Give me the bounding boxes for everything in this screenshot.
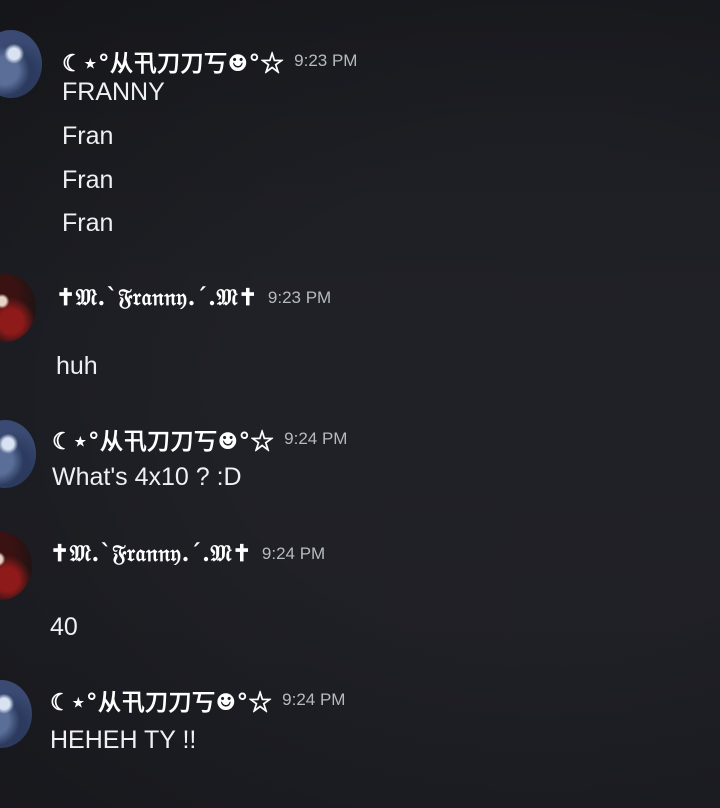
timestamp[interactable]: 9:23 PM: [268, 288, 331, 308]
avatar[interactable]: [0, 30, 42, 98]
message-text: What's 4x10 ? :D: [52, 463, 242, 491]
timestamp[interactable]: 9:24 PM: [282, 690, 345, 710]
avatar[interactable]: [0, 420, 36, 488]
username[interactable]: ✝𝔐.`𝔉𝔯𝔞𝔫𝔫𝔶.´.𝔐✝: [56, 284, 258, 311]
message-header: ✝𝔐.`𝔉𝔯𝔞𝔫𝔫𝔶.´.𝔐✝ 9:23 PM: [56, 284, 331, 311]
message-text: Fran: [62, 166, 114, 194]
avatar[interactable]: [0, 680, 32, 748]
username[interactable]: ☾⋆°从卂刀刀丂☻°☆: [52, 422, 274, 456]
message-text: HEHEH TY !!: [50, 726, 197, 754]
message-header: ☾⋆°从卂刀刀丂☻°☆ 9:24 PM: [52, 422, 347, 456]
username[interactable]: ✝𝔐.`𝔉𝔯𝔞𝔫𝔫𝔶.´.𝔐✝: [50, 540, 252, 567]
message-text: Fran: [62, 209, 114, 237]
avatar[interactable]: [0, 532, 32, 600]
avatar[interactable]: [0, 274, 36, 342]
message-header: ✝𝔐.`𝔉𝔯𝔞𝔫𝔫𝔶.´.𝔐✝ 9:24 PM: [50, 540, 325, 567]
message-text: FRANNY: [62, 78, 165, 106]
username[interactable]: ☾⋆°从卂刀刀丂☻°☆: [62, 44, 284, 78]
message-text: 40: [50, 613, 78, 641]
message-header: ☾⋆°从卂刀刀丂☻°☆ 9:24 PM: [50, 683, 345, 717]
message-text: huh: [56, 352, 98, 380]
username[interactable]: ☾⋆°从卂刀刀丂☻°☆: [50, 683, 272, 717]
timestamp[interactable]: 9:23 PM: [294, 51, 357, 71]
timestamp[interactable]: 9:24 PM: [284, 429, 347, 449]
chat-channel: ☾⋆°从卂刀刀丂☻°☆ 9:23 PM FRANNY Fran Fran Fra…: [0, 0, 720, 808]
message-text: Fran: [62, 122, 114, 150]
timestamp[interactable]: 9:24 PM: [262, 544, 325, 564]
message-header: ☾⋆°从卂刀刀丂☻°☆ 9:23 PM: [62, 44, 357, 78]
